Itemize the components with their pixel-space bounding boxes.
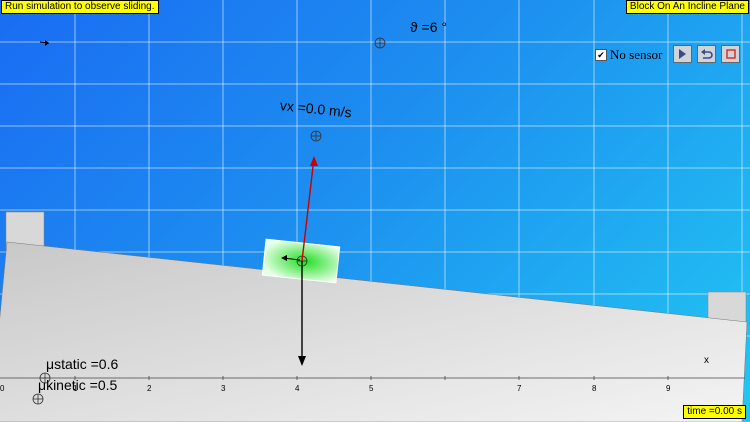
reset-button[interactable] [697, 45, 716, 63]
tick-label: 3 [221, 384, 226, 393]
tick-label: 0 [0, 384, 5, 393]
stop-icon [725, 49, 736, 59]
tick-label: 5 [369, 384, 374, 393]
angle-readout[interactable]: ϑ =6 ° [410, 19, 447, 35]
time-readout: time =0.00 s [683, 405, 746, 419]
mu-static-readout[interactable]: μstatic =0.6 [46, 356, 118, 372]
mu-kinetic-handle [32, 393, 44, 405]
mu-kinetic-readout[interactable]: μkinetic =0.5 [38, 377, 117, 393]
tick-label: 7 [517, 384, 522, 393]
reset-icon [700, 48, 713, 59]
play-button[interactable] [673, 45, 692, 63]
angle-handle [374, 37, 386, 49]
play-icon [679, 49, 686, 59]
sensor-label: No sensor [610, 47, 663, 62]
tick-label: 4 [295, 384, 300, 393]
simulation-canvas[interactable]: 0 1 2 3 4 5 7 8 9 Run simulation to obse… [0, 0, 750, 422]
small-arrow-icon [39, 40, 50, 46]
status-message: Run simulation to observe sliding. [1, 0, 159, 14]
tick-label: 2 [147, 384, 152, 393]
incline-ramp [0, 241, 748, 422]
sensor-checkbox[interactable]: ✔ No sensor [595, 47, 662, 63]
stop-button[interactable] [721, 45, 740, 63]
tick-label: 9 [666, 384, 671, 393]
velocity-handle [310, 130, 322, 142]
tick-label: 8 [592, 384, 597, 393]
simulation-title: Block On An Incline Plane [625, 0, 749, 14]
checkmark-icon[interactable]: ✔ [595, 49, 607, 61]
axis-end-label: x [704, 355, 709, 366]
